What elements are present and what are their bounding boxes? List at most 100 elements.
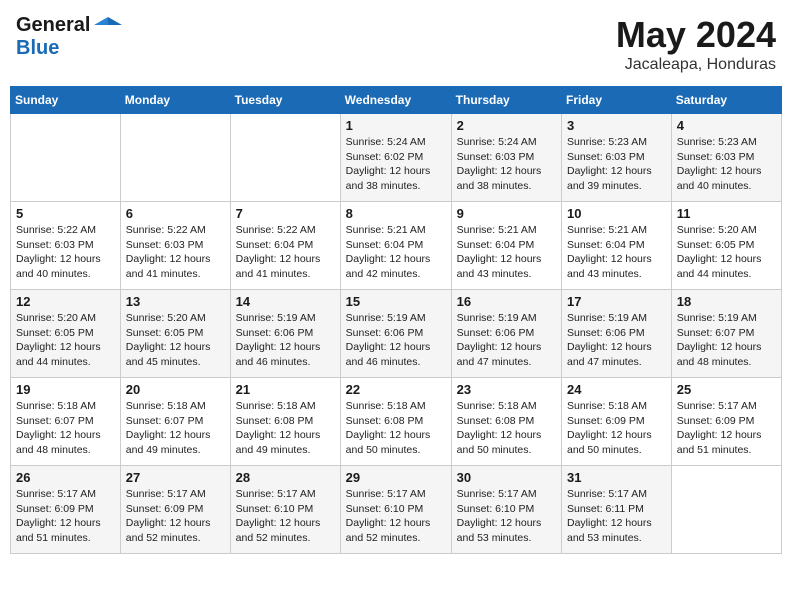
calendar-cell: 27Sunrise: 5:17 AM Sunset: 6:09 PM Dayli… [120,466,230,554]
day-info: Sunrise: 5:17 AM Sunset: 6:09 PM Dayligh… [16,487,115,546]
day-info: Sunrise: 5:17 AM Sunset: 6:10 PM Dayligh… [236,487,335,546]
day-number: 27 [126,470,225,485]
day-info: Sunrise: 5:19 AM Sunset: 6:06 PM Dayligh… [236,311,335,370]
calendar-cell: 23 Sunrise: 5:18 AM Sunset: 6:08 PM Dayli… [451,378,561,466]
calendar-cell: 29 Sunrise: 5:17 AM Sunset: 6:10 PM Dayli… [340,466,451,554]
day-number: 17 [567,294,666,309]
day-info: Sunrise: 5:18 AM Sunset: 6:08 PM Dayligh… [236,399,335,458]
calendar-cell [671,466,781,554]
calendar-cell: 26 Sunrise: 5:17 AM Sunset: 6:09 PM Dayli… [11,466,121,554]
day-info: Sunrise: 5:17 AM Sunset: 6:09 PM Dayligh… [677,399,776,458]
day-info: Sunrise: 5:18 AM Sunset: 6:07 PM Dayligh… [126,399,225,458]
day-info: Sunrise: 5:22 AM Sunset: 6:03 PM Dayligh… [126,223,225,282]
calendar-cell: 8 Sunrise: 5:21 AM Sunset: 6:04 PM Daylig… [340,202,451,290]
day-number: 7 [236,206,335,221]
day-number: 18 [677,294,776,309]
calendar-cell [230,114,340,202]
day-number: 24 [567,382,666,397]
calendar-cell: 6 Sunrise: 5:22 AM Sunset: 6:03 PM Daylig… [120,202,230,290]
calendar-cell: 2Sunrise: 5:24 AM Sunset: 6:03 PM Daylig… [451,114,561,202]
day-number: 5 [16,206,115,221]
day-number: 19 [16,382,115,397]
day-info: Sunrise: 5:18 AM Sunset: 6:08 PM Dayligh… [346,399,446,458]
day-info: Sunrise: 5:17 AM Sunset: 6:10 PM Dayligh… [346,487,446,546]
day-number: 10 [567,206,666,221]
calendar-cell: 3 Sunrise: 5:23 AM Sunset: 6:03 PM Daylig… [562,114,672,202]
calendar-week-row: 12 Sunrise: 5:20 AM Sunset: 6:05 PM Dayli… [11,290,782,378]
day-number: 26 [16,470,115,485]
day-number: 13 [126,294,225,309]
day-info: Sunrise: 5:18 AM Sunset: 6:07 PM Dayligh… [16,399,115,458]
calendar-cell: 20 Sunrise: 5:18 AM Sunset: 6:07 PM Dayli… [120,378,230,466]
weekday-header-row: SundayMondayTuesdayWednesdayThursdayFrid… [11,87,782,114]
calendar-cell: 1 Sunrise: 5:24 AM Sunset: 6:02 PM Daylig… [340,114,451,202]
calendar-subtitle: Jacaleapa, Honduras [616,56,776,74]
day-info: Sunrise: 5:18 AM Sunset: 6:09 PM Dayligh… [567,399,666,458]
logo-blue-text: Blue [16,37,59,59]
calendar-week-row: 26 Sunrise: 5:17 AM Sunset: 6:09 PM Dayli… [11,466,782,554]
calendar-week-row: 19 Sunrise: 5:18 AM Sunset: 6:07 PM Dayli… [11,378,782,466]
weekday-header-monday: Monday [120,87,230,114]
day-number: 8 [346,206,446,221]
weekday-header-sunday: Sunday [11,87,121,114]
day-number: 15 [346,294,446,309]
title-area: May 2024 Jacaleapa, Honduras [616,14,776,74]
calendar-cell: 4Sunrise: 5:23 AM Sunset: 6:03 PM Daylig… [671,114,781,202]
day-number: 3 [567,118,666,133]
day-info: Sunrise: 5:23 AM Sunset: 6:03 PM Dayligh… [677,135,776,194]
weekday-header-wednesday: Wednesday [340,87,451,114]
day-info: Sunrise: 5:20 AM Sunset: 6:05 PM Dayligh… [16,311,115,370]
calendar-cell: 7 Sunrise: 5:22 AM Sunset: 6:04 PM Daylig… [230,202,340,290]
calendar-cell: 19 Sunrise: 5:18 AM Sunset: 6:07 PM Dayli… [11,378,121,466]
day-info: Sunrise: 5:20 AM Sunset: 6:05 PM Dayligh… [677,223,776,282]
calendar-cell [11,114,121,202]
day-number: 11 [677,206,776,221]
logo-general-text: General [16,14,90,37]
day-number: 20 [126,382,225,397]
day-number: 9 [457,206,556,221]
calendar-cell: 13Sunrise: 5:20 AM Sunset: 6:05 PM Dayli… [120,290,230,378]
calendar-cell: 21 Sunrise: 5:18 AM Sunset: 6:08 PM Dayli… [230,378,340,466]
day-number: 22 [346,382,446,397]
calendar-cell: 30 Sunrise: 5:17 AM Sunset: 6:10 PM Dayli… [451,466,561,554]
calendar-cell: 14 Sunrise: 5:19 AM Sunset: 6:06 PM Dayli… [230,290,340,378]
day-number: 16 [457,294,556,309]
calendar-cell: 25Sunrise: 5:17 AM Sunset: 6:09 PM Dayli… [671,378,781,466]
day-number: 2 [457,118,556,133]
calendar-cell: 15Sunrise: 5:19 AM Sunset: 6:06 PM Dayli… [340,290,451,378]
day-info: Sunrise: 5:24 AM Sunset: 6:02 PM Dayligh… [346,135,446,194]
calendar-cell: 18Sunrise: 5:19 AM Sunset: 6:07 PM Dayli… [671,290,781,378]
calendar-cell: 5 Sunrise: 5:22 AM Sunset: 6:03 PM Daylig… [11,202,121,290]
day-info: Sunrise: 5:22 AM Sunset: 6:03 PM Dayligh… [16,223,115,282]
day-info: Sunrise: 5:17 AM Sunset: 6:10 PM Dayligh… [457,487,556,546]
day-number: 6 [126,206,225,221]
day-number: 14 [236,294,335,309]
day-number: 1 [346,118,446,133]
day-number: 21 [236,382,335,397]
calendar-header: General Blue May 2024 Jacaleapa, Hondura… [10,10,782,78]
weekday-header-tuesday: Tuesday [230,87,340,114]
calendar-cell: 28Sunrise: 5:17 AM Sunset: 6:10 PM Dayli… [230,466,340,554]
calendar-cell: 17 Sunrise: 5:19 AM Sunset: 6:06 PM Dayli… [562,290,672,378]
day-info: Sunrise: 5:18 AM Sunset: 6:08 PM Dayligh… [457,399,556,458]
calendar-week-row: 1 Sunrise: 5:24 AM Sunset: 6:02 PM Daylig… [11,114,782,202]
day-number: 29 [346,470,446,485]
calendar-cell: 9Sunrise: 5:21 AM Sunset: 6:04 PM Daylig… [451,202,561,290]
day-info: Sunrise: 5:19 AM Sunset: 6:06 PM Dayligh… [567,311,666,370]
day-number: 12 [16,294,115,309]
day-info: Sunrise: 5:21 AM Sunset: 6:04 PM Dayligh… [346,223,446,282]
logo: General Blue [16,14,122,60]
weekday-header-saturday: Saturday [671,87,781,114]
day-info: Sunrise: 5:23 AM Sunset: 6:03 PM Dayligh… [567,135,666,194]
calendar-cell: 31Sunrise: 5:17 AM Sunset: 6:11 PM Dayli… [562,466,672,554]
weekday-header-friday: Friday [562,87,672,114]
day-number: 30 [457,470,556,485]
day-info: Sunrise: 5:21 AM Sunset: 6:04 PM Dayligh… [567,223,666,282]
day-number: 23 [457,382,556,397]
calendar-cell: 24 Sunrise: 5:18 AM Sunset: 6:09 PM Dayli… [562,378,672,466]
weekday-header-thursday: Thursday [451,87,561,114]
day-info: Sunrise: 5:22 AM Sunset: 6:04 PM Dayligh… [236,223,335,282]
calendar-cell: 22 Sunrise: 5:18 AM Sunset: 6:08 PM Dayli… [340,378,451,466]
calendar-title: May 2024 [616,14,776,56]
calendar-cell: 11 Sunrise: 5:20 AM Sunset: 6:05 PM Dayli… [671,202,781,290]
